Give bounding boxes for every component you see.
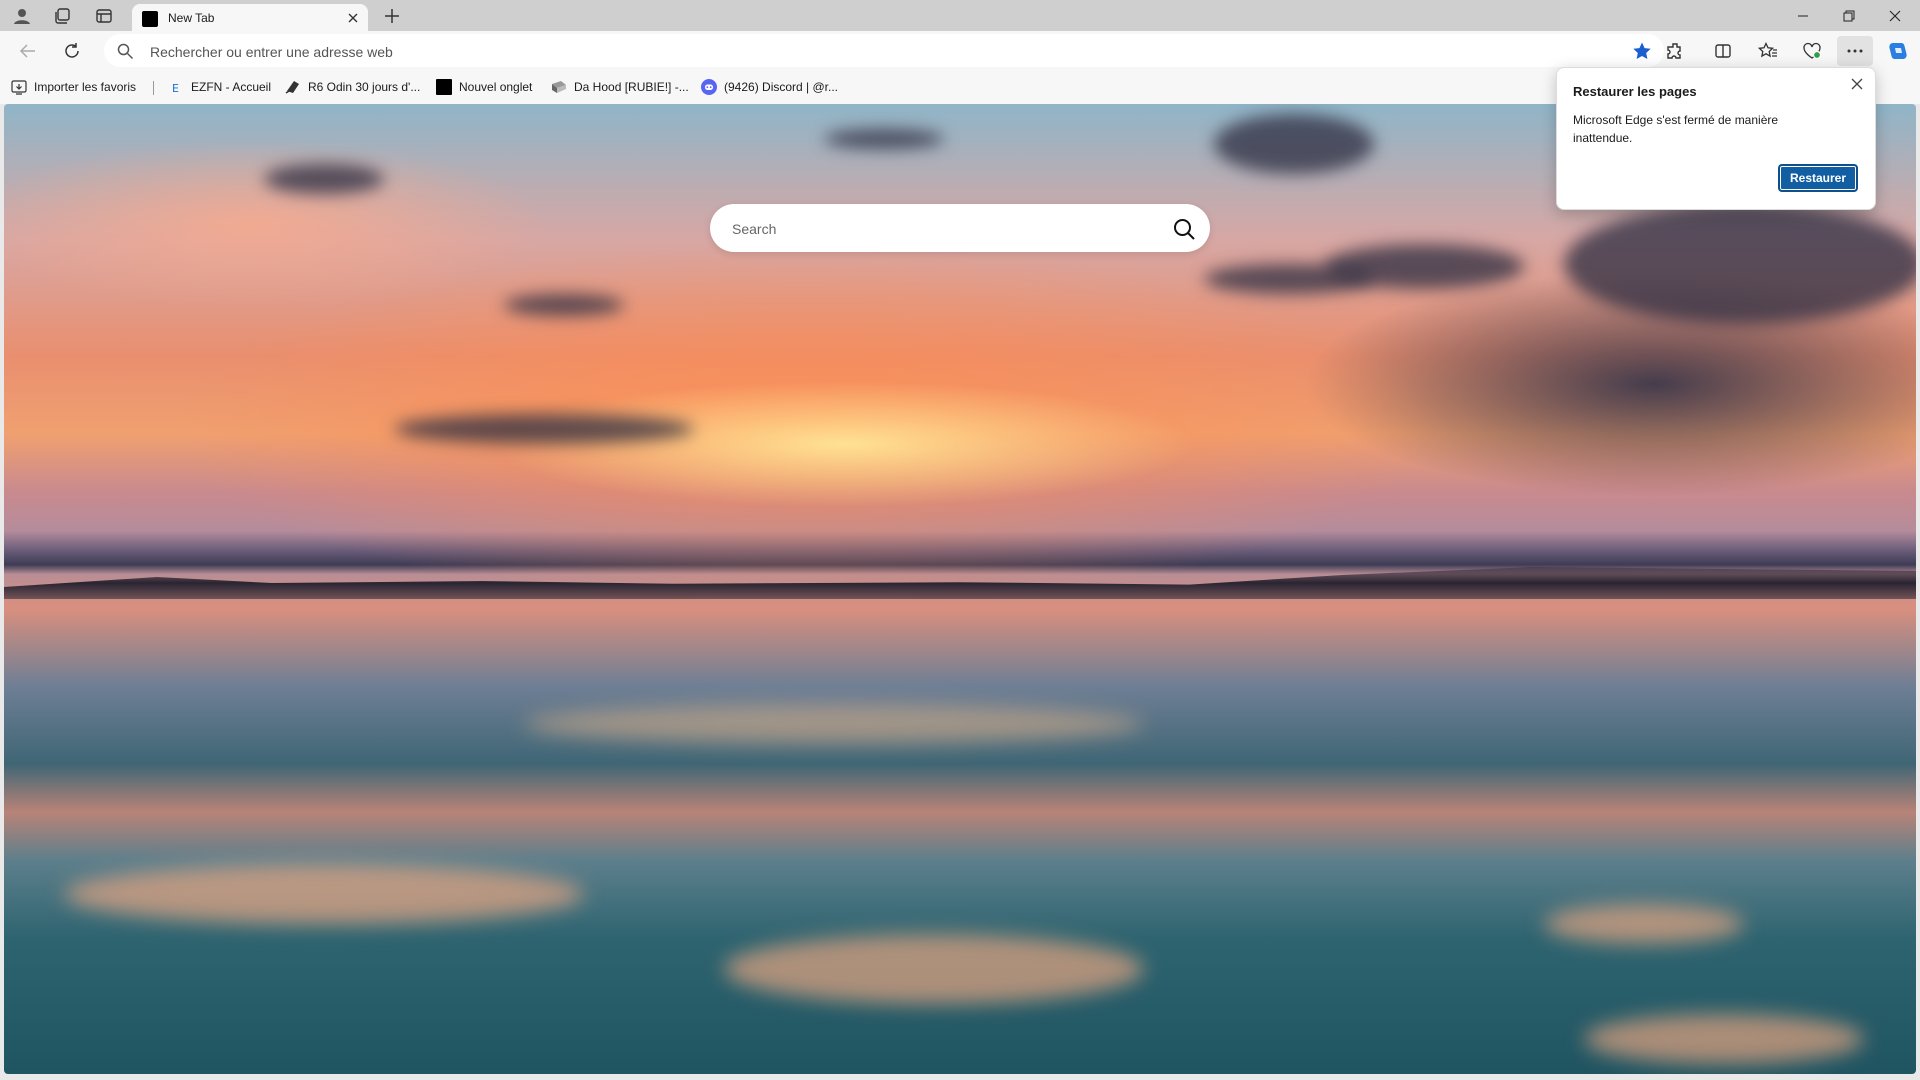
back-button[interactable] [12, 36, 44, 66]
close-window-button[interactable] [1872, 0, 1918, 31]
svg-text:E: E [172, 82, 179, 95]
search-icon [116, 42, 134, 60]
new-tab-page [4, 104, 1916, 1074]
workspaces-icon[interactable] [46, 4, 78, 28]
search-icon[interactable] [1172, 217, 1196, 241]
more-options-icon[interactable] [1837, 36, 1873, 66]
favorites-icon[interactable] [1750, 36, 1786, 66]
split-screen-icon[interactable] [1705, 36, 1741, 66]
close-icon[interactable] [1847, 74, 1867, 94]
minimize-button[interactable] [1780, 0, 1826, 31]
refresh-button[interactable] [56, 36, 88, 66]
import-icon [11, 79, 27, 95]
tab-new-tab[interactable]: New Tab [132, 4, 368, 31]
extensions-icon[interactable] [1657, 36, 1693, 66]
title-bar: New Tab [0, 0, 1920, 31]
restore-window-button[interactable] [1826, 0, 1872, 31]
tab-actions-icon[interactable] [88, 4, 120, 28]
address-input[interactable] [148, 34, 1602, 69]
close-tab-icon[interactable] [344, 9, 362, 27]
restore-button[interactable]: Restaurer [1778, 164, 1858, 192]
ezfn-icon: E [168, 79, 184, 95]
fav-da-hood[interactable]: Da Hood [RUBIE!] -... [551, 77, 689, 97]
fav-ezfn[interactable]: E EZFN - Accueil [168, 77, 271, 97]
fav-import-favorites[interactable]: Importer les favoris [11, 77, 136, 97]
fav-discord[interactable]: (9426) Discord | @r... [701, 77, 838, 97]
tab-favicon-icon [142, 11, 158, 27]
ntp-search-box[interactable] [710, 204, 1210, 254]
r6-icon [285, 79, 301, 95]
navigation-toolbar [0, 31, 1920, 71]
popup-message: Microsoft Edge s'est fermé de manière in… [1573, 113, 1779, 145]
black-square-icon [436, 79, 452, 95]
popup-title: Restaurer les pages [1573, 84, 1697, 99]
tab-title: New Tab [168, 11, 215, 25]
copilot-icon[interactable] [1880, 36, 1916, 66]
window-bottom-edge [0, 1074, 1920, 1080]
profile-icon[interactable] [6, 4, 38, 28]
restore-pages-popup: Restaurer les pages Microsoft Edge s'est… [1556, 67, 1876, 210]
browser-essentials-icon[interactable] [1794, 36, 1830, 66]
favorites-separator [153, 81, 154, 95]
ntp-search-input[interactable] [730, 204, 1154, 254]
fav-r6-odin[interactable]: R6 Odin 30 jours d'... [285, 77, 420, 97]
address-bar[interactable] [104, 34, 1664, 69]
fav-nouvel-onglet[interactable]: Nouvel onglet [436, 77, 532, 97]
dahood-icon [551, 79, 567, 95]
favorite-star-icon[interactable] [1632, 41, 1652, 61]
discord-icon [701, 79, 717, 95]
new-tab-button[interactable] [378, 4, 406, 28]
